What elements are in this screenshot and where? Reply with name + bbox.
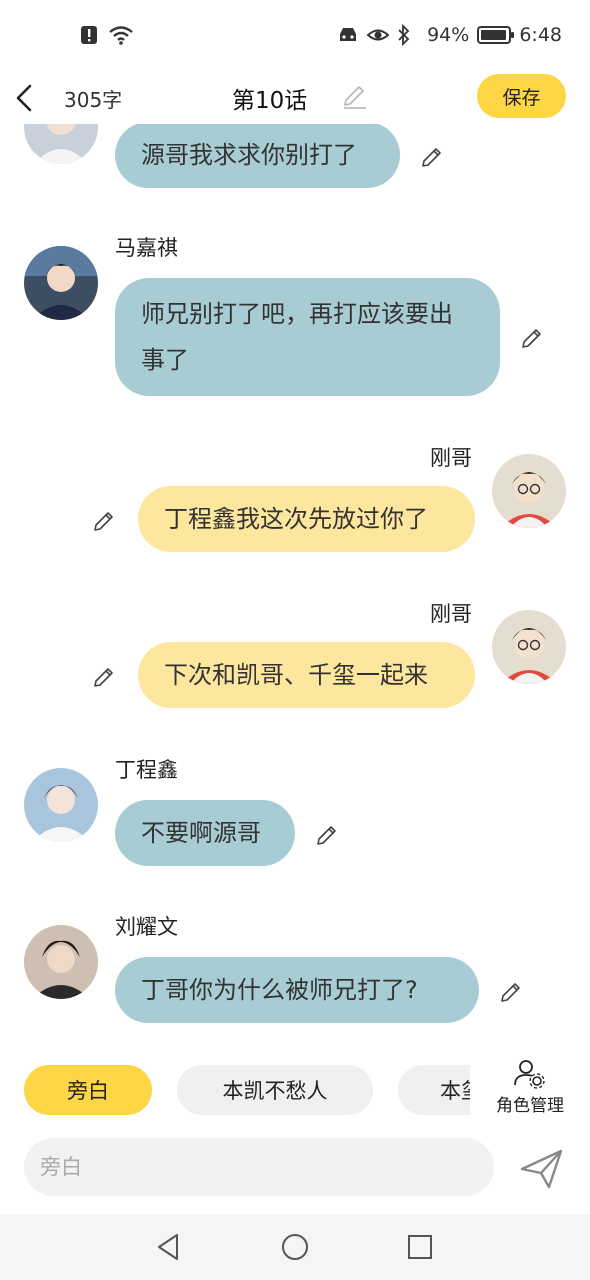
nav-back-button[interactable]: [151, 1229, 187, 1265]
battery-icon: [477, 26, 515, 44]
message-text: 下次和凯哥、千玺一起来: [164, 661, 428, 689]
bluetooth-icon: [397, 23, 419, 47]
user-settings-icon: [512, 1057, 546, 1091]
sender-name: 马嘉祺: [115, 236, 178, 260]
save-button[interactable]: 保存: [477, 74, 566, 118]
avatar[interactable]: [492, 454, 566, 528]
avatar[interactable]: [492, 610, 566, 684]
system-nav-bar: [0, 1214, 590, 1280]
nav-home-button[interactable]: [277, 1229, 313, 1265]
sender-name: 刚哥: [430, 602, 472, 626]
message-bubble[interactable]: 不要啊源哥: [115, 800, 295, 866]
message-composer: [24, 1138, 494, 1196]
edit-message-button[interactable]: [499, 978, 525, 1004]
alert-icon: [78, 24, 100, 46]
pencil-icon: [522, 329, 541, 348]
message-text: 师兄别打了吧，再打应该要出事了: [141, 300, 453, 374]
status-right-icons: 94% 6:48: [337, 23, 562, 47]
pencil-icon: [94, 668, 113, 687]
square-recents-icon: [408, 1235, 432, 1259]
role-chip[interactable]: 本玺: [398, 1065, 470, 1115]
chevron-left-icon: [16, 84, 32, 112]
edit-title-button[interactable]: [340, 80, 370, 110]
role-chip-narration[interactable]: 旁白: [24, 1065, 152, 1115]
pencil-icon: [317, 826, 336, 845]
send-icon: [520, 1149, 563, 1189]
message-text: 丁哥你为什么被师兄打了?: [141, 976, 418, 1004]
message-bubble[interactable]: 师兄别打了吧，再打应该要出事了: [115, 278, 500, 396]
message-text: 丁程鑫我这次先放过你了: [164, 505, 428, 533]
wifi-icon: [108, 24, 133, 46]
role-manage-label: 角色管理: [496, 1096, 564, 1116]
car-icon: [337, 24, 359, 46]
role-manage-button[interactable]: 角色管理: [490, 1057, 570, 1119]
avatar[interactable]: [24, 925, 98, 999]
back-button[interactable]: [10, 78, 42, 118]
sender-name: 刘耀文: [115, 915, 178, 939]
role-selector: 旁白 本凯不愁人 本玺 角色管理: [0, 1060, 590, 1119]
battery-percent: 94%: [427, 24, 470, 46]
editor-header: 305字 第10话 保存: [0, 72, 590, 124]
clock: 6:48: [519, 24, 562, 46]
avatar[interactable]: [24, 768, 98, 842]
chapter-title: 第10话: [232, 88, 308, 114]
status-left-icons: [78, 24, 133, 46]
role-chip-list[interactable]: 旁白 本凯不愁人 本玺: [0, 1063, 470, 1119]
avatar[interactable]: [24, 246, 98, 320]
pencil-icon: [501, 983, 520, 1002]
message-bubble[interactable]: 源哥我求求你别打了: [115, 124, 400, 188]
pencil-icon: [94, 512, 113, 531]
avatar[interactable]: [24, 124, 98, 164]
pencil-icon: [344, 86, 366, 109]
message-bubble[interactable]: 丁程鑫我这次先放过你了: [138, 486, 475, 552]
message-bubble[interactable]: 丁哥你为什么被师兄打了?: [115, 957, 479, 1023]
message-text: 源哥我求求你别打了: [141, 141, 357, 169]
circle-home-icon: [282, 1234, 308, 1260]
pencil-icon: [422, 148, 441, 167]
edit-message-button[interactable]: [315, 821, 341, 847]
triangle-back-icon: [158, 1234, 178, 1260]
sender-name: 刚哥: [430, 446, 472, 470]
sender-name: 丁程鑫: [115, 758, 178, 782]
edit-message-button[interactable]: [420, 143, 446, 169]
word-count: 305字: [64, 88, 123, 112]
message-input[interactable]: [40, 1138, 480, 1196]
send-button[interactable]: [517, 1143, 567, 1193]
message-text: 不要啊源哥: [141, 819, 261, 847]
edit-message-button[interactable]: [92, 507, 118, 533]
chat-list[interactable]: 源哥我求求你别打了 马嘉祺 师兄别打了吧，再打应该要出事了 刚哥 丁程鑫我这次先…: [0, 124, 590, 1044]
role-chip[interactable]: 本凯不愁人: [177, 1065, 373, 1115]
message-bubble[interactable]: 下次和凯哥、千玺一起来: [138, 642, 475, 708]
battery-level: [481, 30, 506, 40]
edit-message-button[interactable]: [92, 663, 118, 689]
eye-icon: [366, 24, 390, 46]
edit-message-button[interactable]: [520, 324, 546, 350]
nav-recents-button[interactable]: [402, 1229, 438, 1265]
status-bar: 94% 6:48: [0, 0, 590, 72]
